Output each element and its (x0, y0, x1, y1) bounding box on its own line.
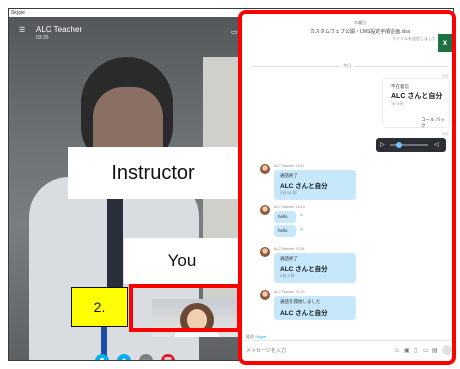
audio-time: 10:1 (442, 132, 449, 136)
message-bubble: 通話終了 ALC さんと自分 2分 3 秒 (274, 253, 356, 283)
message-sender: ALC Teacher, 10:11 (274, 164, 305, 168)
message-bubble: 通話を開始しました ALC さんと自分 (274, 296, 356, 320)
missed-call-name: ALC さんと自分 (391, 93, 443, 100)
audio-progress-handle[interactable] (396, 142, 402, 148)
volume-icon[interactable]: ◁ (434, 140, 439, 150)
image-icon[interactable]: ▣ (404, 347, 410, 355)
message-line: 通話を開始しました (280, 299, 321, 304)
message-bubble: 通話終了 ALC さんと自分 2分 51 秒 (274, 170, 356, 200)
instructor-tie (107, 192, 123, 302)
message-bubble: hello (274, 211, 296, 223)
you-label: You (124, 238, 240, 284)
message-line: hello (278, 214, 288, 219)
call-back-button[interactable]: コール バック (421, 117, 449, 129)
message-input[interactable] (246, 346, 386, 356)
missed-call-duration: ☏ 0分 (391, 101, 404, 106)
avatar (260, 205, 270, 215)
emoji-reaction-icon[interactable]: ☺ (299, 226, 304, 232)
instructor-label: Instructor (68, 147, 238, 199)
microphone-icon[interactable]: ● (117, 354, 131, 360)
menu-icon[interactable]: ☰ (19, 27, 27, 35)
message-sender: ALC Teacher, 11:13 (274, 290, 305, 294)
emoji-icon[interactable]: ☺ (394, 347, 400, 355)
chat-panel: 木曜日 カスタムウェブ公開・LMS設定手順企画.xlsx ファイルを送信しました… (242, 14, 452, 361)
message-sender: ALC Teacher, 10:14 (274, 205, 305, 209)
message-line: hello (278, 228, 288, 233)
send-via-prefix: 経由 (246, 334, 254, 339)
file-icon[interactable]: ▯ (414, 347, 417, 355)
missed-call-card: 不在着信 ALC さんと自分 ☏ 0分 コール バック (382, 78, 450, 128)
send-button[interactable] (442, 345, 452, 355)
file-name[interactable]: カスタムウェブ公開・LMS設定手順企画.xlsx (310, 28, 410, 35)
send-via-link[interactable]: Skype (255, 334, 266, 339)
message-line: 通話終了 (280, 173, 298, 178)
step-badge: 2. (71, 287, 128, 327)
file-sender: 木曜日 (354, 20, 366, 25)
contact-card-icon[interactable]: ▤ (432, 347, 438, 355)
self-view-highlight (129, 284, 241, 332)
excel-file-icon[interactable]: x (438, 34, 452, 52)
message-bubble: hello (274, 225, 296, 237)
call-header: ☰ ALC Teacher 03:26 ▭ (9, 17, 243, 45)
file-status: ファイルを送信しました (392, 36, 436, 41)
contact-name: ALC Teacher (36, 25, 83, 34)
audio-message: ▷ ◁ (376, 138, 446, 152)
date-label: 今日 (340, 63, 354, 69)
video-message-icon[interactable]: ▭ (423, 347, 429, 355)
chat-highlight-frame: 木曜日 カスタムウェブ公開・LMS設定手順企画.xlsx ファイルを送信しました… (238, 10, 456, 365)
more-options-icon[interactable]: ··· (139, 354, 153, 360)
message-line: 2分 3 秒 (280, 273, 295, 278)
message-line: ALC さんと自分 (280, 310, 328, 317)
footer-divider (242, 340, 452, 341)
message-sender: ALC Teacher, 11:06 (274, 247, 305, 251)
play-icon[interactable]: ▷ (380, 140, 385, 150)
app-title: Skype (11, 10, 25, 16)
end-call-icon[interactable]: ☎ (161, 354, 175, 360)
message-line: ALC さんと自分 (280, 183, 328, 190)
missed-call-title: 不在着信 (391, 84, 409, 89)
emoji-reaction-icon[interactable]: ☺ (299, 212, 304, 218)
message-line: 2分 51 秒 (280, 190, 297, 195)
video-camera-icon[interactable]: ■ (95, 354, 109, 360)
avatar (260, 164, 270, 174)
avatar (260, 247, 270, 257)
chat-icon[interactable]: ▭ (231, 29, 238, 37)
avatar (260, 290, 270, 300)
message-line: ALC さんと自分 (280, 266, 328, 273)
call-duration: 03:26 (36, 35, 49, 41)
message-line: 通話終了 (280, 256, 298, 261)
